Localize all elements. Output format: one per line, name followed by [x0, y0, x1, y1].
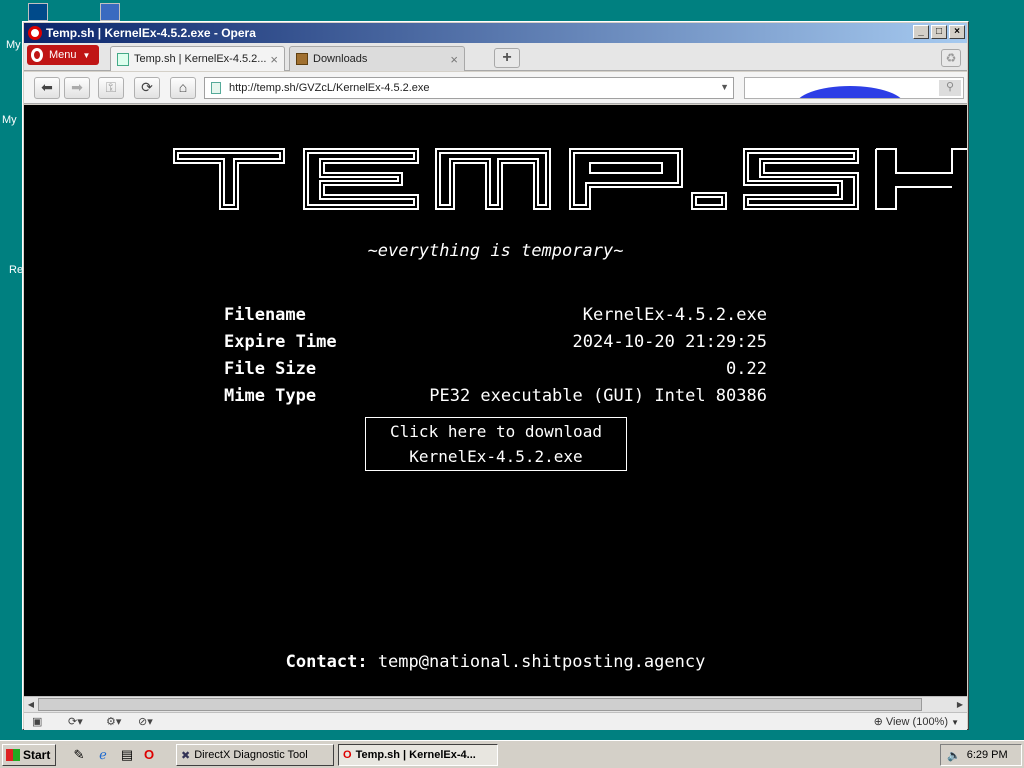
- scroll-right-icon[interactable]: ▶: [954, 698, 966, 711]
- window-title: Temp.sh | KernelEx-4.5.2.exe - Opera: [46, 26, 256, 40]
- address-text: http://temp.sh/GVZcL/KernelEx-4.5.2.exe: [229, 82, 430, 94]
- info-value: PE32 executable (GUI) Intel 80386: [429, 386, 767, 406]
- page-icon: [211, 82, 221, 94]
- zoom-icon: ⊕: [873, 716, 883, 728]
- quicklaunch-opera-icon[interactable]: O: [140, 746, 158, 764]
- task-opera[interactable]: O Temp.sh | KernelEx-4...: [338, 744, 498, 766]
- task-label: Temp.sh | KernelEx-4...: [355, 749, 476, 761]
- directx-icon: ✖: [181, 749, 191, 762]
- info-key: Filename: [224, 305, 306, 325]
- desktop-icon-computer[interactable]: [28, 3, 48, 21]
- start-label: Start: [23, 748, 51, 762]
- minimize-button[interactable]: _: [913, 25, 929, 39]
- info-value: 0.22: [726, 359, 767, 379]
- contact-email-link[interactable]: temp@national.shitposting.agency: [378, 652, 706, 672]
- tab-close-icon[interactable]: ×: [270, 52, 278, 67]
- trash-icon[interactable]: ♻: [941, 49, 961, 67]
- info-row-expire-time: Expire Time 2024-10-20 21:29:25: [224, 332, 767, 352]
- desktop-label-recycle-bin: Re: [9, 264, 24, 276]
- quicklaunch-desktop-icon[interactable]: ▤: [118, 746, 136, 764]
- scroll-left-icon[interactable]: ◀: [25, 698, 37, 711]
- key-button[interactable]: ⚿: [98, 77, 124, 99]
- windows-flag-icon: [6, 749, 20, 761]
- clock[interactable]: 6:29 PM: [967, 749, 1008, 761]
- temp-sh-logo: [173, 148, 967, 210]
- tab-label: Temp.sh | KernelEx-4.5.2...: [134, 53, 267, 65]
- opera-o-icon: [31, 48, 43, 62]
- scroll-thumb[interactable]: [38, 698, 922, 711]
- tab-label: Downloads: [313, 53, 368, 65]
- taskbar: Start ✎ ℯ ▤ O ✖ DirectX Diagnostic Tool …: [0, 740, 1024, 768]
- browser-window: Temp.sh | KernelEx-4.5.2.exe - Opera _ □…: [22, 21, 969, 730]
- downloads-icon: [296, 53, 308, 65]
- menu-label: Menu: [49, 49, 77, 61]
- tab-strip: Menu ▼ Temp.sh | KernelEx-4.5.2... × Dow…: [24, 43, 967, 71]
- task-label: DirectX Diagnostic Tool: [194, 749, 308, 761]
- opera-menu-button[interactable]: Menu ▼: [27, 45, 99, 65]
- download-line-1: Click here to download: [390, 422, 602, 441]
- system-tray: 🔈 6:29 PM: [940, 744, 1022, 766]
- reload-button[interactable]: ⟳: [134, 77, 160, 99]
- chevron-down-icon: ▼: [951, 718, 959, 727]
- info-key: Expire Time: [224, 332, 337, 352]
- sync-icon[interactable]: ⟳▾: [68, 715, 83, 729]
- home-button[interactable]: ⌂: [170, 77, 196, 99]
- start-button[interactable]: Start: [2, 744, 56, 766]
- tagline: ~everything is temporary~: [367, 241, 624, 261]
- info-row-file-size: File Size 0.22: [224, 359, 767, 379]
- tab-downloads[interactable]: Downloads ×: [289, 46, 465, 71]
- desktop-label-my-computer: My: [6, 39, 21, 51]
- address-bar[interactable]: http://temp.sh/GVZcL/KernelEx-4.5.2.exe …: [204, 77, 734, 99]
- info-key: File Size: [224, 359, 317, 379]
- quicklaunch-ie-icon[interactable]: ℯ: [94, 746, 112, 764]
- status-bar: ▣ ⟳▾ ⚙▾ ⊘▾ ⊕ View (100%) ▼: [24, 712, 967, 730]
- zoom-label: View (100%): [885, 716, 949, 728]
- search-engine-logo-icon: [795, 86, 905, 98]
- desktop-label-my-documents: My: [2, 114, 17, 126]
- info-key: Mime Type: [224, 386, 317, 406]
- back-button[interactable]: ⬅: [34, 77, 60, 99]
- close-button[interactable]: ×: [949, 25, 965, 39]
- search-field[interactable]: ⚲: [744, 77, 964, 99]
- forward-button[interactable]: ➡: [64, 77, 90, 99]
- opera-logo-icon: [28, 26, 42, 40]
- download-line-2: KernelEx-4.5.2.exe: [409, 447, 583, 466]
- info-value: KernelEx-4.5.2.exe: [582, 305, 767, 325]
- turbo-icon[interactable]: ⊘▾: [138, 715, 153, 729]
- task-directx-diagnostic[interactable]: ✖ DirectX Diagnostic Tool: [176, 744, 334, 766]
- zoom-control[interactable]: ⊕ View (100%) ▼: [874, 715, 959, 728]
- chevron-down-icon: ▼: [82, 50, 91, 60]
- quicklaunch-edit-icon[interactable]: ✎: [70, 746, 88, 764]
- new-tab-button[interactable]: +: [494, 48, 520, 68]
- page-content: ~everything is temporary~ Filename Kerne…: [24, 105, 967, 696]
- volume-icon[interactable]: 🔈: [947, 749, 961, 762]
- tab-temp-sh[interactable]: Temp.sh | KernelEx-4.5.2... ×: [110, 46, 285, 71]
- opera-icon: O: [343, 749, 352, 761]
- page-icon: [117, 52, 129, 66]
- info-value: 2024-10-20 21:29:25: [572, 332, 767, 352]
- search-icon[interactable]: ⚲: [939, 80, 961, 96]
- navigation-bar: ⬅ ➡ ⚿ ⟳ ⌂ http://temp.sh/GVZcL/KernelEx-…: [24, 72, 967, 104]
- download-button[interactable]: Click here to download KernelEx-4.5.2.ex…: [365, 417, 627, 471]
- tab-close-icon[interactable]: ×: [450, 52, 458, 67]
- desktop-icon-network[interactable]: [100, 3, 120, 21]
- horizontal-scrollbar[interactable]: ◀ ▶: [24, 696, 967, 712]
- maximize-button[interactable]: □: [931, 25, 947, 39]
- contact-label: Contact:: [285, 652, 368, 672]
- unite-icon[interactable]: ⚙▾: [106, 715, 121, 729]
- panel-toggle-icon[interactable]: ▣: [32, 715, 42, 729]
- address-dropdown-icon[interactable]: ▼: [720, 82, 729, 92]
- window-titlebar[interactable]: Temp.sh | KernelEx-4.5.2.exe - Opera _ □…: [24, 23, 967, 43]
- info-row-filename: Filename KernelEx-4.5.2.exe: [224, 305, 767, 325]
- info-row-mime-type: Mime Type PE32 executable (GUI) Intel 80…: [224, 386, 767, 406]
- contact-line: Contact: temp@national.shitposting.agenc…: [24, 652, 967, 672]
